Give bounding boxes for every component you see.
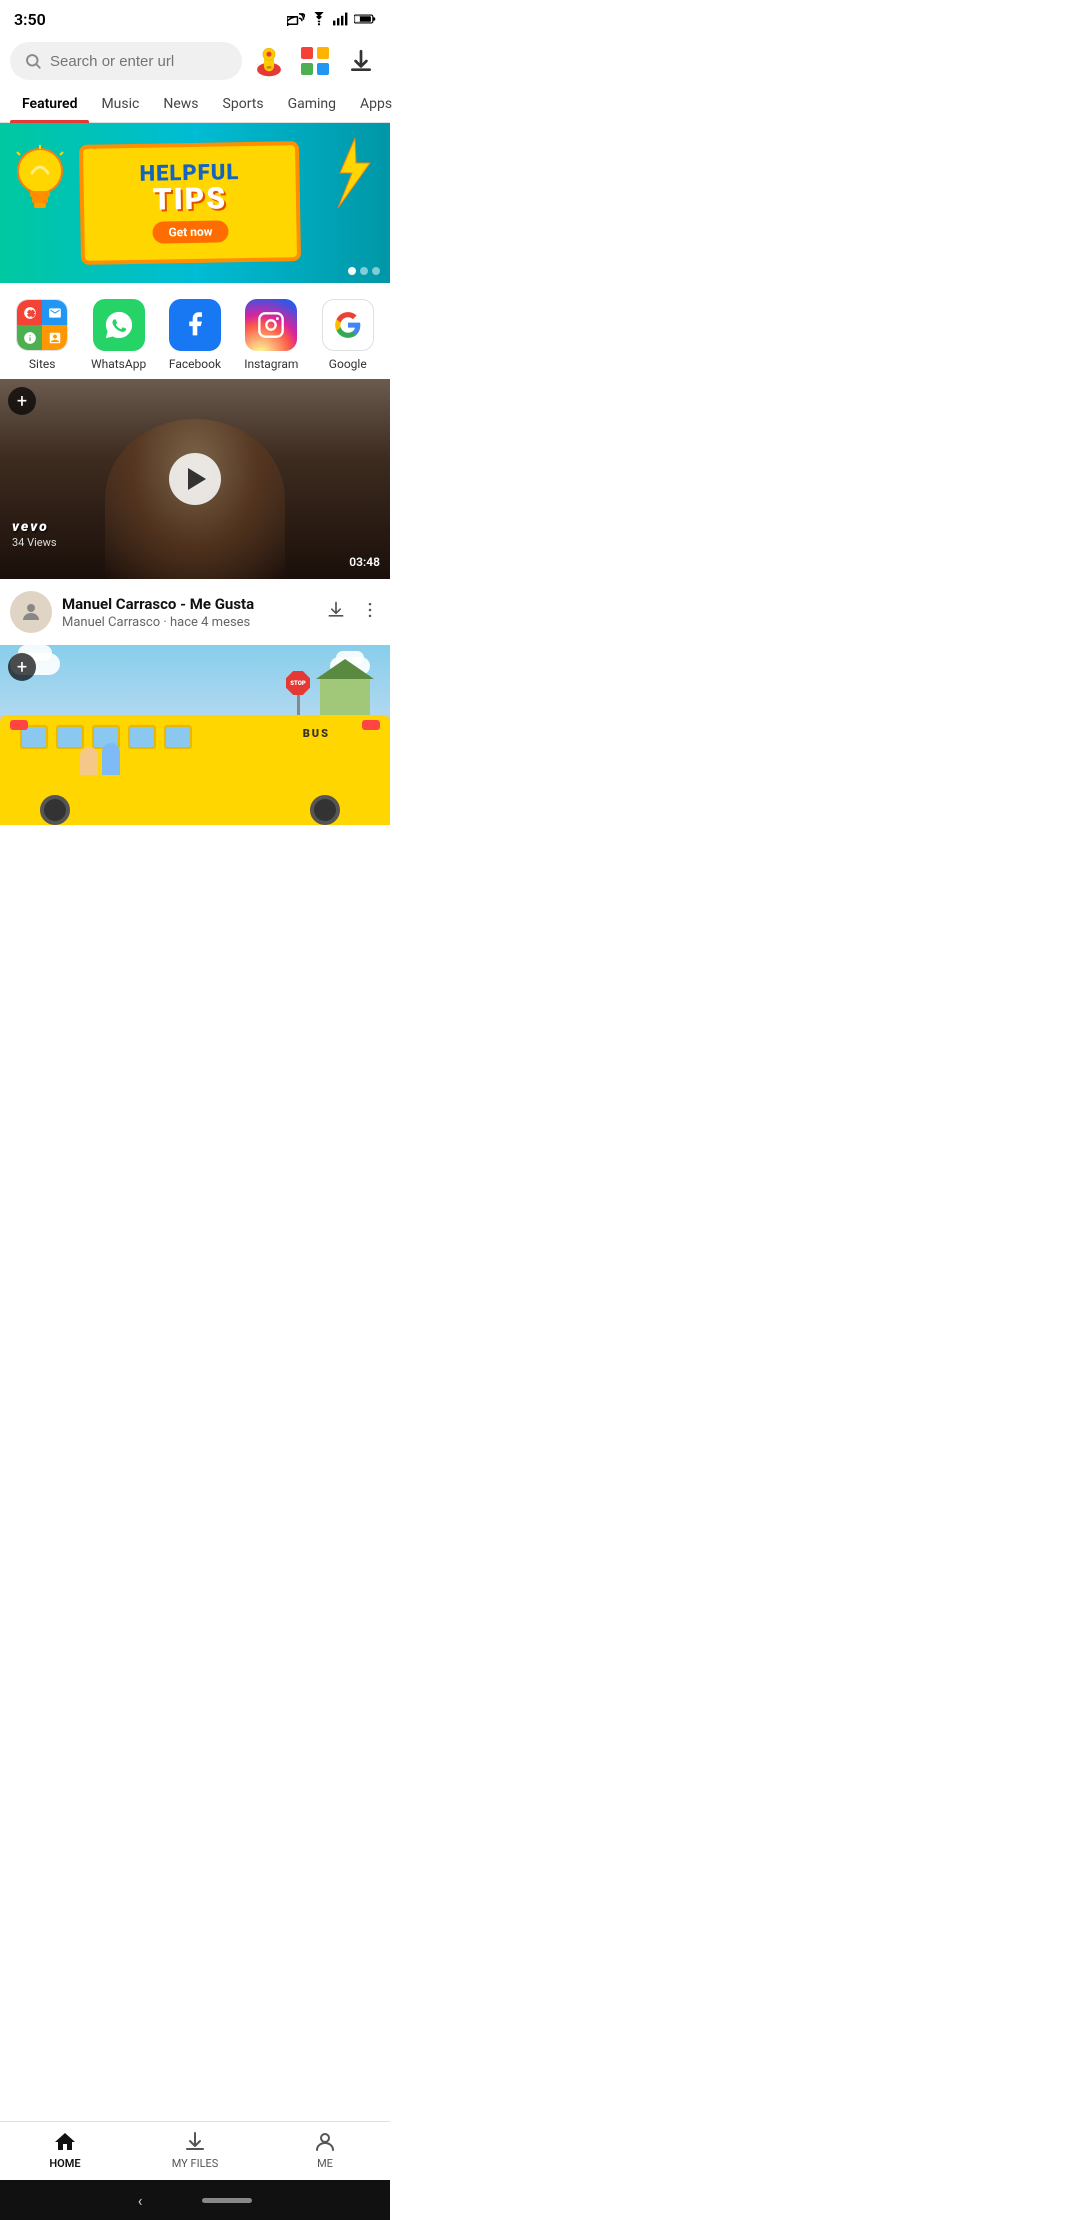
shortcut-instagram[interactable]: Instagram (237, 299, 305, 371)
search-input[interactable] (50, 53, 228, 70)
nav-myfiles-label: MY FILES (172, 2157, 219, 2170)
nav-me[interactable]: ME (285, 2130, 365, 2170)
shortcut-google[interactable]: Google (314, 299, 382, 371)
tab-featured[interactable]: Featured (10, 86, 89, 122)
play-button-1[interactable] (169, 453, 221, 505)
status-time: 3:50 (14, 10, 46, 29)
tab-gaming[interactable]: Gaming (276, 86, 348, 122)
banner-dot-1 (348, 267, 356, 275)
video-more-icon-1[interactable] (360, 600, 380, 625)
nav-myfiles[interactable]: MY FILES (155, 2130, 235, 2170)
search-input-wrap[interactable] (10, 42, 242, 80)
banner-dot-3 (372, 267, 380, 275)
banner-text-box: HELPFUL TIPS Get now (79, 141, 301, 265)
signal-icon (333, 12, 349, 26)
banner-dot-2 (360, 267, 368, 275)
home-icon (53, 2130, 77, 2154)
facebook-icon (169, 299, 221, 351)
joystick-icon[interactable] (250, 42, 288, 80)
video-add-button-2[interactable]: + (8, 653, 36, 681)
promo-banner[interactable]: HELPFUL TIPS Get now (0, 123, 390, 283)
vevo-watermark: vevo 34 Views (12, 519, 57, 549)
nav-home[interactable]: HOME (25, 2130, 105, 2170)
me-icon (313, 2130, 337, 2154)
tab-news[interactable]: News (151, 86, 210, 122)
back-button[interactable]: ‹ (138, 2191, 143, 2210)
video-actions-1 (326, 600, 380, 625)
video-card-1-container: + vevo 34 Views 03:48 (0, 379, 390, 645)
tab-music[interactable]: Music (89, 86, 151, 122)
video-card-2-bg: BUS (0, 645, 390, 825)
video-avatar-1 (10, 591, 52, 633)
sites-icon (16, 299, 68, 351)
video-download-icon-1[interactable] (326, 600, 346, 625)
wifi-icon (310, 12, 328, 26)
shortcut-sites[interactable]: Sites (8, 299, 76, 371)
banner-bulb-icon (10, 143, 80, 233)
instagram-icon (245, 299, 297, 351)
video-thumbnail-1[interactable]: + vevo 34 Views 03:48 (0, 379, 390, 579)
colorful-apps-icon[interactable] (296, 42, 334, 80)
battery-icon (354, 12, 376, 26)
google-label: Google (329, 357, 367, 371)
sites-label: Sites (29, 357, 56, 371)
nav-home-label: HOME (49, 2157, 80, 2170)
video-subtitle-1: Manuel Carrasco · hace 4 meses (62, 615, 316, 630)
myfiles-icon (183, 2130, 207, 2154)
video-meta-1: Manuel Carrasco - Me Gusta Manuel Carras… (62, 595, 316, 630)
video-duration-1: 03:48 (349, 555, 380, 569)
video-card-2-container: BUS (0, 645, 390, 825)
tab-sports[interactable]: Sports (211, 86, 276, 122)
video-info-row-1: Manuel Carrasco - Me Gusta Manuel Carras… (0, 579, 390, 645)
whatsapp-icon (93, 299, 145, 351)
instagram-label: Instagram (244, 357, 298, 371)
banner-lightning-icon (320, 133, 380, 213)
video-add-button-1[interactable]: + (8, 387, 36, 415)
cast-icon (287, 12, 305, 26)
home-pill[interactable] (202, 2198, 252, 2203)
android-nav-bar: ‹ (0, 2180, 390, 2220)
search-icon (24, 52, 42, 70)
tab-apps[interactable]: Apps (348, 86, 404, 122)
google-icon (322, 299, 374, 351)
video-title-1: Manuel Carrasco - Me Gusta (62, 595, 316, 613)
shortcut-whatsapp[interactable]: WhatsApp (85, 299, 153, 371)
download-icon[interactable] (342, 42, 380, 80)
status-bar: 3:50 (0, 0, 390, 36)
status-icons (287, 12, 376, 26)
nav-me-label: ME (317, 2157, 333, 2170)
bottom-nav: HOME MY FILES ME (0, 2121, 390, 2180)
banner-tips-text: TIPS (153, 184, 228, 215)
video-thumbnail-2[interactable]: BUS (0, 645, 390, 825)
banner-dots (348, 267, 380, 275)
whatsapp-label: WhatsApp (91, 357, 146, 371)
facebook-label: Facebook (169, 357, 221, 371)
shortcut-facebook[interactable]: Facebook (161, 299, 229, 371)
search-bar-row (0, 36, 390, 86)
nav-tabs: Featured Music News Sports Gaming Apps (0, 86, 390, 123)
banner-get-now-button[interactable]: Get now (152, 220, 228, 243)
shortcuts-row: Sites WhatsApp Facebook (0, 283, 390, 379)
